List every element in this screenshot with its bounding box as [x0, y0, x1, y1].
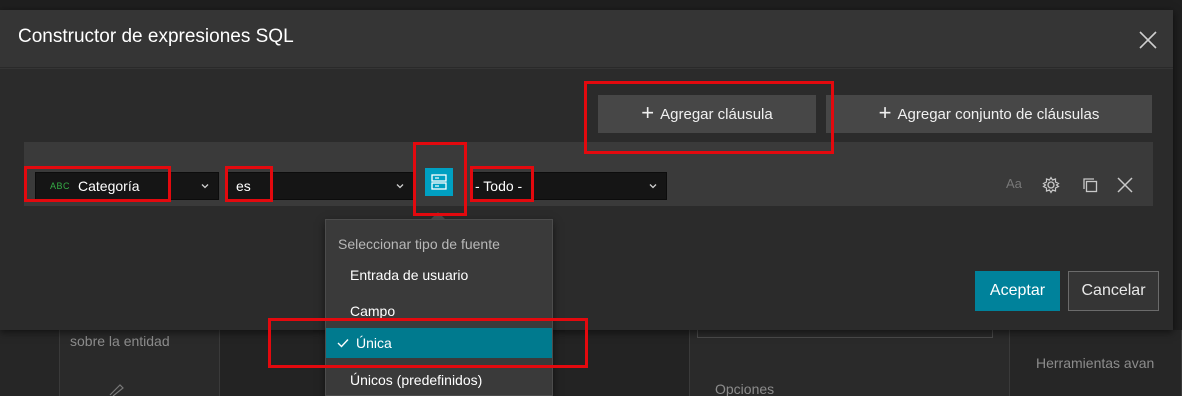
- dialog-title: Constructor de expresiones SQL: [18, 26, 294, 47]
- add-clause-set-button[interactable]: + Agregar conjunto de cláusulas: [826, 95, 1152, 133]
- add-clause-set-label: Agregar conjunto de cláusulas: [897, 105, 1100, 123]
- source-option-unique[interactable]: Única: [326, 328, 552, 358]
- bg-tools-text: Herramientas avan: [1036, 355, 1155, 371]
- close-icon[interactable]: [1136, 28, 1160, 52]
- value-select[interactable]: - Todo -: [472, 172, 667, 200]
- option-label: Campo: [350, 303, 396, 319]
- field-type-badge: ABC: [50, 181, 71, 191]
- plus-icon: +: [641, 100, 655, 125]
- option-label: Entrada de usuario: [350, 267, 469, 283]
- pencil-icon: [109, 384, 124, 396]
- bg-panel-left: [0, 330, 60, 396]
- source-option-field[interactable]: Campo: [326, 296, 552, 326]
- case-sensitive-toggle[interactable]: Aa: [1006, 176, 1022, 191]
- add-clause-label: Agregar cláusula: [660, 105, 773, 123]
- source-option-unique-predefined[interactable]: Únicos (predefinidos): [326, 365, 552, 395]
- settings-icon[interactable]: [1042, 176, 1060, 194]
- bg-entity-text: sobre la entidad: [70, 333, 170, 349]
- field-select-value: Categoría: [78, 178, 140, 194]
- plus-icon: +: [878, 100, 892, 125]
- option-label: Única: [356, 335, 392, 351]
- add-clause-button[interactable]: + Agregar cláusula: [598, 95, 816, 133]
- source-option-user-input[interactable]: Entrada de usuario: [326, 260, 552, 290]
- chevron-down-icon: [201, 184, 209, 189]
- option-label: Únicos (predefinidos): [350, 372, 483, 388]
- source-type-popover: Seleccionar tipo de fuente Entrada de us…: [325, 219, 553, 396]
- field-select[interactable]: ABC Categoría: [35, 172, 219, 200]
- source-type-button[interactable]: [425, 168, 453, 196]
- operator-select[interactable]: es: [227, 172, 414, 200]
- value-select-value: - Todo -: [475, 178, 523, 194]
- check-icon: [337, 339, 349, 348]
- bg-options-text: Opciones: [715, 381, 775, 396]
- accept-button[interactable]: Aceptar: [975, 271, 1060, 311]
- copy-icon[interactable]: [1082, 177, 1098, 193]
- cancel-button[interactable]: Cancelar: [1068, 271, 1159, 311]
- source-type-icon: [431, 174, 447, 190]
- chevron-down-icon: [649, 184, 657, 189]
- dialog-header: Constructor de expresiones SQL: [0, 10, 1173, 68]
- operator-select-value: es: [236, 178, 251, 194]
- popover-heading: Seleccionar tipo de fuente: [338, 236, 500, 252]
- delete-icon[interactable]: [1116, 176, 1134, 194]
- chevron-down-icon: [396, 184, 404, 189]
